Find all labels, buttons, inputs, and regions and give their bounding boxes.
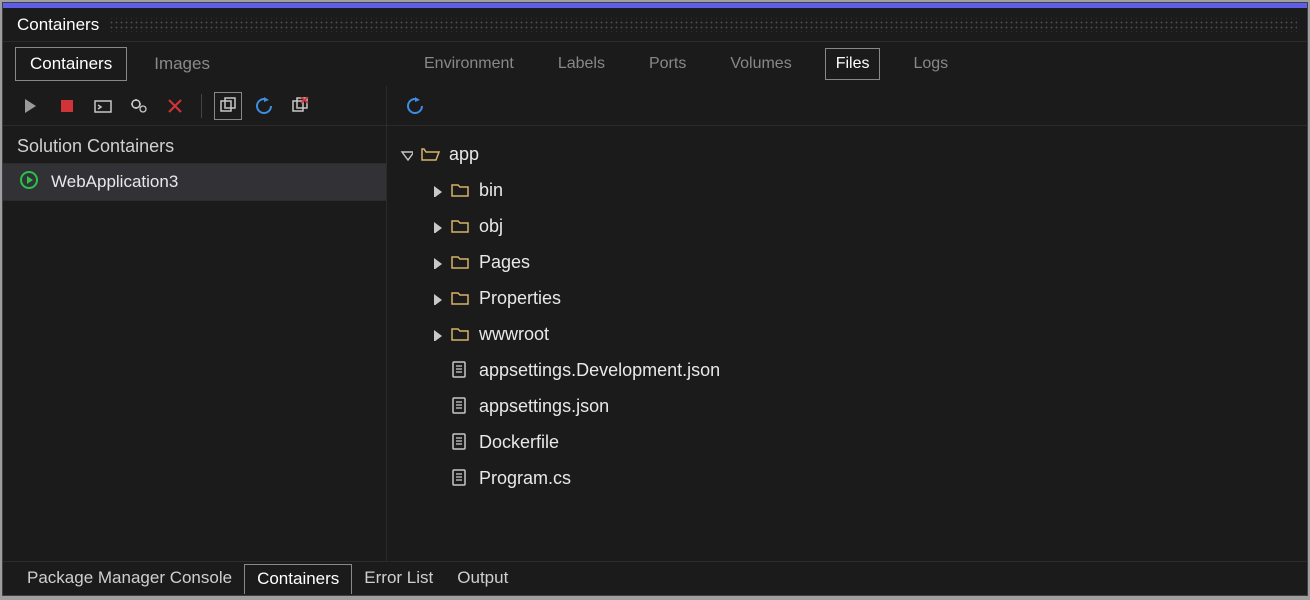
detail-tab-files[interactable]: Files <box>825 48 881 80</box>
panel-title-bar: Containers <box>3 8 1307 42</box>
folder-icon <box>449 215 471 237</box>
terminal-button[interactable] <box>89 92 117 120</box>
settings-button[interactable] <box>125 92 153 120</box>
tree-file[interactable]: Program.cs <box>397 460 1307 496</box>
panel-title: Containers <box>17 15 99 35</box>
node-label: Dockerfile <box>479 432 559 453</box>
containers-panel-window: Containers Containers Images Environment L… <box>2 2 1308 596</box>
prune-button[interactable] <box>286 92 314 120</box>
tree-folder[interactable]: bin <box>397 172 1307 208</box>
bottom-tab-error-list[interactable]: Error List <box>352 564 445 594</box>
detail-tab-labels[interactable]: Labels <box>547 48 616 80</box>
container-name: WebApplication3 <box>51 172 178 192</box>
node-label: Program.cs <box>479 468 571 489</box>
tree-root[interactable]: app <box>397 136 1307 172</box>
bottom-tab-package-manager-console[interactable]: Package Manager Console <box>15 564 244 594</box>
tree-folder[interactable]: obj <box>397 208 1307 244</box>
expander-spacer <box>427 433 445 451</box>
node-label: Properties <box>479 288 561 309</box>
file-icon <box>449 431 471 453</box>
mode-tabs: Containers Images <box>15 47 237 81</box>
expander-icon[interactable] <box>427 181 445 199</box>
refresh-containers-button[interactable] <box>250 92 278 120</box>
expander-spacer <box>427 469 445 487</box>
tree-folder[interactable]: wwwroot <box>397 316 1307 352</box>
container-item[interactable]: WebApplication3 <box>3 163 386 201</box>
file-icon <box>449 395 471 417</box>
section-header: Solution Containers <box>3 126 386 163</box>
node-label: obj <box>479 216 503 237</box>
detail-tab-ports[interactable]: Ports <box>638 48 697 80</box>
grip-handle[interactable] <box>109 18 1297 32</box>
toolbar-separator <box>201 94 202 118</box>
left-pane: Solution Containers WebApplication3 <box>3 86 387 561</box>
folder-icon <box>449 251 471 273</box>
upper-row: Containers Images Environment Labels Ports V… <box>3 42 1307 86</box>
folder-icon <box>419 143 441 165</box>
remove-button[interactable] <box>161 92 189 120</box>
refresh-files-button[interactable] <box>401 92 429 120</box>
node-label: appsettings.Development.json <box>479 360 720 381</box>
bottom-tab-containers[interactable]: Containers <box>244 564 352 594</box>
file-tree: appbin obj Pages Properties wwwroot appsettin… <box>387 126 1307 561</box>
compose-button[interactable] <box>214 92 242 120</box>
file-icon <box>449 467 471 489</box>
tree-folder[interactable]: Properties <box>397 280 1307 316</box>
right-pane: appbin obj Pages Properties wwwroot appsettin… <box>387 86 1307 561</box>
tree-folder[interactable]: Pages <box>397 244 1307 280</box>
detail-tab-logs[interactable]: Logs <box>902 48 959 80</box>
node-label: appsettings.json <box>479 396 609 417</box>
folder-icon <box>449 287 471 309</box>
folder-icon <box>449 323 471 345</box>
left-toolbar <box>3 86 386 126</box>
container-list: WebApplication3 <box>3 163 386 561</box>
expander-icon[interactable] <box>397 145 415 163</box>
expander-icon[interactable] <box>427 253 445 271</box>
mode-tab-containers[interactable]: Containers <box>15 47 127 81</box>
detail-tabs: Environment Labels Ports Volumes Files Logs <box>399 48 1307 80</box>
tree-file[interactable]: appsettings.Development.json <box>397 352 1307 388</box>
stop-button[interactable] <box>53 92 81 120</box>
start-button[interactable] <box>17 92 45 120</box>
node-label: wwwroot <box>479 324 549 345</box>
running-status-icon <box>19 170 39 195</box>
right-toolbar <box>387 86 1307 126</box>
folder-icon <box>449 179 471 201</box>
file-icon <box>449 359 471 381</box>
expander-spacer <box>427 361 445 379</box>
tree-file[interactable]: Dockerfile <box>397 424 1307 460</box>
expander-icon[interactable] <box>427 217 445 235</box>
tree-file[interactable]: appsettings.json <box>397 388 1307 424</box>
detail-tab-environment[interactable]: Environment <box>413 48 525 80</box>
node-label: bin <box>479 180 503 201</box>
expander-icon[interactable] <box>427 325 445 343</box>
content-area: Solution Containers WebApplication3 appb… <box>3 86 1307 561</box>
expander-icon[interactable] <box>427 289 445 307</box>
mode-tab-images[interactable]: Images <box>139 47 225 81</box>
bottom-tabs: Package Manager ConsoleContainersError L… <box>3 561 1307 595</box>
node-label: app <box>449 144 479 165</box>
node-label: Pages <box>479 252 530 273</box>
expander-spacer <box>427 397 445 415</box>
detail-tab-volumes[interactable]: Volumes <box>719 48 802 80</box>
bottom-tab-output[interactable]: Output <box>445 564 520 594</box>
